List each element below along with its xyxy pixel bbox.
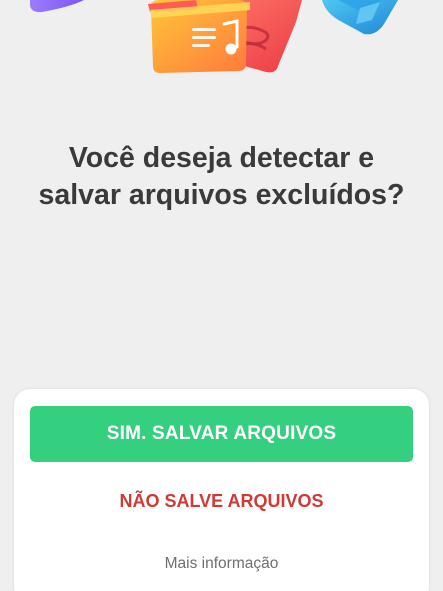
folder-icon [148,0,250,73]
action-sheet: SIM. SALVAR ARQUIVOS NÃO SALVE ARQUIVOS … [14,389,429,591]
detect-deleted-files-question: Você deseja detectar e salvar arquivos e… [38,142,405,211]
save-deleted-files-screen: Você deseja detectar e salvar arquivos e… [0,0,443,591]
dont-save-files-button[interactable]: NÃO SALVE ARQUIVOS [30,481,413,521]
more-info-link[interactable]: Mais informação [30,552,413,576]
save-files-button[interactable]: SIM. SALVAR ARQUIVOS [30,406,413,462]
cube-icon [322,0,398,35]
purple-card-icon [30,0,84,13]
file-types-illustration [30,0,398,73]
